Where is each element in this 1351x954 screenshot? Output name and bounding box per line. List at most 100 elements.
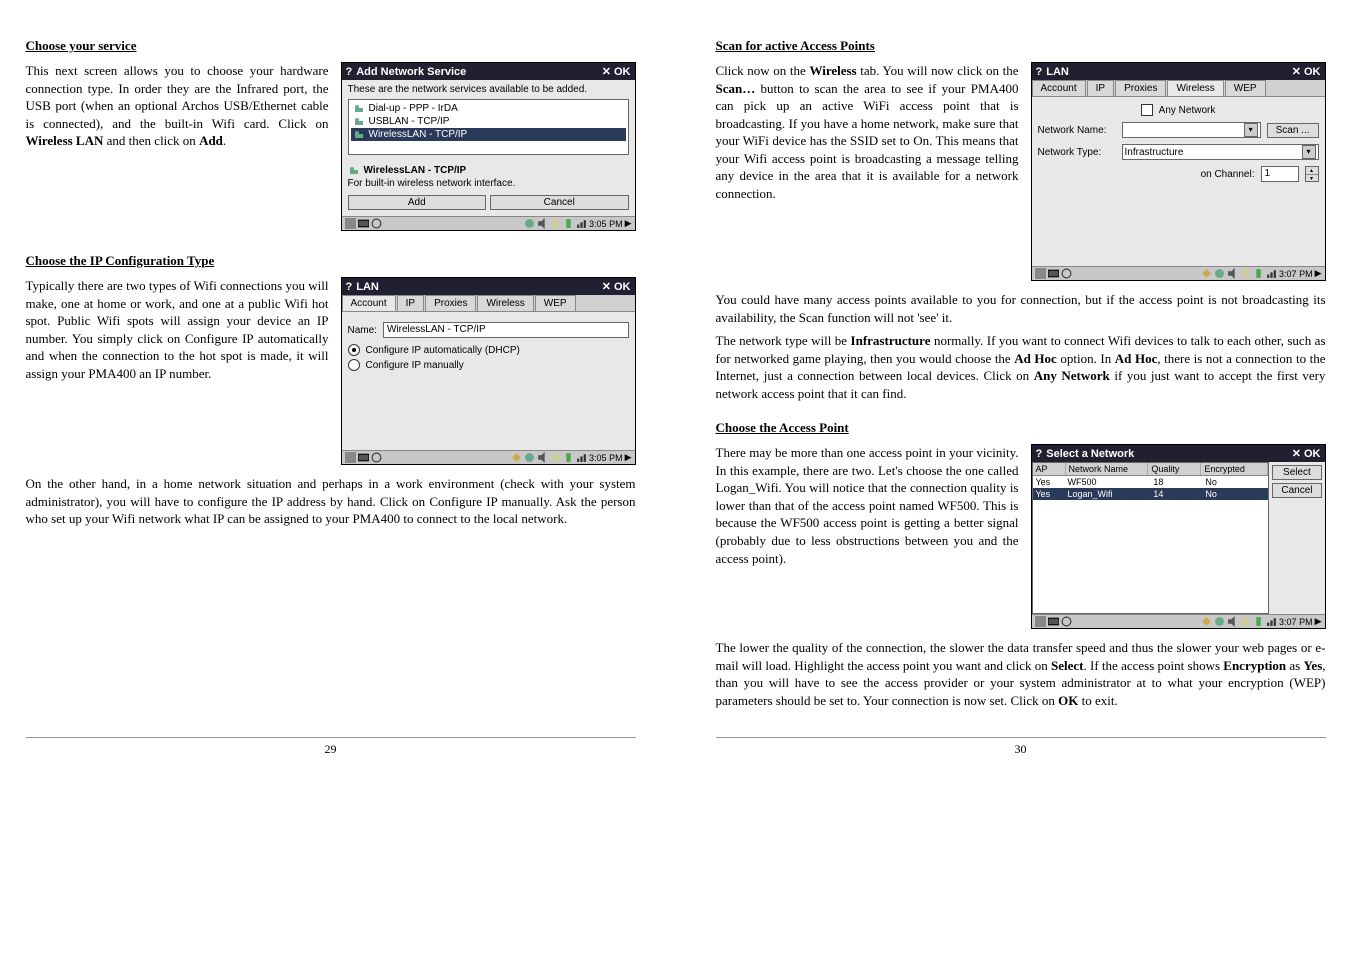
- cancel-button[interactable]: Cancel: [1272, 483, 1321, 498]
- keyboard-icon[interactable]: [1048, 616, 1059, 627]
- network-name-dropdown[interactable]: ▾: [1122, 122, 1261, 138]
- diamond-icon[interactable]: [1201, 616, 1212, 627]
- channel-spinner[interactable]: ▴ ▾: [1305, 166, 1319, 182]
- text-fragment: . If the access point shows: [1084, 658, 1224, 673]
- rotate-icon[interactable]: [1061, 616, 1072, 627]
- tab-account[interactable]: Account: [342, 295, 396, 311]
- clipboard-icon[interactable]: [550, 452, 561, 463]
- signal-icon[interactable]: [576, 218, 587, 229]
- rotate-icon[interactable]: [371, 452, 382, 463]
- ok-button[interactable]: OK: [1304, 448, 1321, 460]
- channel-input[interactable]: 1: [1261, 166, 1299, 182]
- signal-icon[interactable]: [576, 452, 587, 463]
- sound-icon[interactable]: [1227, 268, 1238, 279]
- tab-ip[interactable]: IP: [397, 295, 424, 311]
- text-quality-note: The lower the quality of the connection,…: [716, 639, 1326, 709]
- heading-ip-config: Choose the IP Configuration Type: [26, 253, 636, 269]
- tab-wep[interactable]: WEP: [535, 295, 576, 311]
- cell-ap: Yes: [1033, 476, 1065, 488]
- select-side-buttons: Select Cancel: [1269, 462, 1324, 614]
- signal-icon[interactable]: [1266, 616, 1277, 627]
- scan-button[interactable]: Scan ...: [1267, 123, 1319, 138]
- tab-proxies[interactable]: Proxies: [425, 295, 476, 311]
- help-icon[interactable]: ?: [346, 281, 353, 293]
- sound-icon[interactable]: [1227, 616, 1238, 627]
- name-input[interactable]: WirelessLAN - TCP/IP: [383, 322, 629, 338]
- expand-icon[interactable]: ▶: [1315, 616, 1322, 627]
- clipboard-icon[interactable]: [550, 218, 561, 229]
- radio-dhcp[interactable]: Configure IP automatically (DHCP): [348, 344, 629, 356]
- close-icon[interactable]: ✕: [1292, 65, 1301, 78]
- sound-icon[interactable]: [537, 218, 548, 229]
- globe-icon[interactable]: [524, 452, 535, 463]
- battery-icon[interactable]: [1253, 268, 1264, 279]
- apps-icon[interactable]: [345, 218, 356, 229]
- network-table[interactable]: AP Network Name Quality Encrypted Yes WF…: [1032, 462, 1270, 614]
- network-icon: [353, 117, 365, 127]
- text-fragment: This next screen allows you to choose yo…: [26, 63, 329, 131]
- globe-icon[interactable]: [1214, 268, 1225, 279]
- any-network-checkbox[interactable]: Any Network: [1038, 104, 1319, 116]
- tab-ip[interactable]: IP: [1087, 80, 1114, 96]
- signal-icon[interactable]: [1266, 268, 1277, 279]
- expand-icon[interactable]: ▶: [1315, 268, 1322, 279]
- ok-button[interactable]: OK: [614, 281, 631, 293]
- sound-icon[interactable]: [537, 452, 548, 463]
- tab-wireless[interactable]: Wireless: [1167, 80, 1223, 96]
- add-button[interactable]: Add: [348, 195, 487, 210]
- table-row[interactable]: Yes WF500 18 No: [1033, 476, 1269, 488]
- cell-ap: Yes: [1033, 488, 1065, 500]
- help-icon[interactable]: ?: [1036, 448, 1043, 460]
- tab-wireless[interactable]: Wireless: [477, 295, 533, 311]
- dialog-body: These are the network services available…: [342, 80, 635, 216]
- help-icon[interactable]: ?: [346, 66, 353, 78]
- clipboard-icon[interactable]: [1240, 268, 1251, 279]
- window-title: LAN: [1046, 66, 1069, 78]
- tab-proxies[interactable]: Proxies: [1115, 80, 1166, 96]
- service-item-usblan[interactable]: USBLAN - TCP/IP: [351, 115, 626, 128]
- apps-icon[interactable]: [1035, 268, 1046, 279]
- battery-icon[interactable]: [563, 452, 574, 463]
- diamond-icon[interactable]: [511, 452, 522, 463]
- tab-wep[interactable]: WEP: [1225, 80, 1266, 96]
- keyboard-icon[interactable]: [1048, 268, 1059, 279]
- rotate-icon[interactable]: [1061, 268, 1072, 279]
- ok-button[interactable]: OK: [614, 66, 631, 78]
- list-item-label: WirelessLAN - TCP/IP: [369, 129, 468, 140]
- globe-icon[interactable]: [1214, 616, 1225, 627]
- clipboard-icon[interactable]: [1240, 616, 1251, 627]
- close-icon[interactable]: ✕: [602, 65, 611, 78]
- close-icon[interactable]: ✕: [1292, 447, 1301, 460]
- tab-account[interactable]: Account: [1032, 80, 1086, 96]
- battery-icon[interactable]: [563, 218, 574, 229]
- close-icon[interactable]: ✕: [602, 280, 611, 293]
- service-item-wirelesslan[interactable]: WirelessLAN - TCP/IP: [351, 128, 626, 141]
- apps-icon[interactable]: [345, 452, 356, 463]
- ok-button[interactable]: OK: [1304, 66, 1321, 78]
- battery-icon[interactable]: [1253, 616, 1264, 627]
- text-infrastructure: The network type will be Infrastructure …: [716, 332, 1326, 402]
- service-listbox[interactable]: Dial-up - PPP - IrDA USBLAN - TCP/IP Wir…: [348, 99, 629, 155]
- text-bold: Wireless LAN: [26, 133, 104, 148]
- checkbox-label: Any Network: [1159, 105, 1216, 116]
- keyboard-icon[interactable]: [358, 452, 369, 463]
- apps-icon[interactable]: [1035, 616, 1046, 627]
- network-name-label: Network Name:: [1038, 125, 1116, 136]
- cancel-button[interactable]: Cancel: [490, 195, 629, 210]
- help-icon[interactable]: ?: [1036, 66, 1043, 78]
- hint-text: For built-in wireless network interface.: [348, 178, 629, 189]
- diamond-icon[interactable]: [1201, 268, 1212, 279]
- rotate-icon[interactable]: [371, 218, 382, 229]
- select-button[interactable]: Select: [1272, 465, 1321, 480]
- globe-icon[interactable]: [524, 218, 535, 229]
- network-type-dropdown[interactable]: Infrastructure▾: [1122, 144, 1319, 160]
- cell-name: Logan_Wifi: [1065, 488, 1151, 500]
- service-item-irda[interactable]: Dial-up - PPP - IrDA: [351, 102, 626, 115]
- taskbar-time: 3:05 PM: [589, 453, 623, 463]
- expand-icon[interactable]: ▶: [625, 218, 632, 229]
- keyboard-icon[interactable]: [358, 218, 369, 229]
- expand-icon[interactable]: ▶: [625, 452, 632, 463]
- table-row-selected[interactable]: Yes Logan_Wifi 14 No: [1033, 488, 1269, 500]
- radio-manual[interactable]: Configure IP manually: [348, 359, 629, 371]
- text-ip-manual: On the other hand, in a home network sit…: [26, 475, 636, 528]
